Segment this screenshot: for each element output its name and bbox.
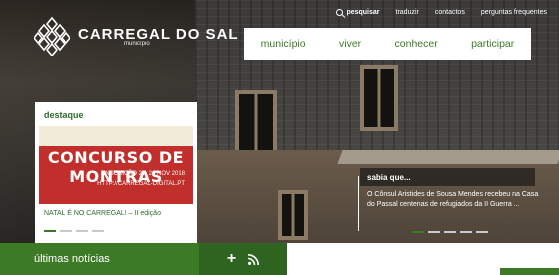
nav-municipio[interactable]: município: [261, 38, 306, 50]
facade-window: [360, 65, 398, 131]
pager-dot[interactable]: [444, 231, 456, 233]
search-label: pesquisar: [346, 9, 380, 16]
search-link[interactable]: pesquisar: [336, 9, 380, 16]
destaque-card[interactable]: destaque CONCURSO DE MONTRAS INSCRIÇÃO 2…: [35, 102, 197, 244]
sabia-pager: [412, 231, 488, 233]
pinecone-logo-icon: [34, 16, 70, 56]
pager-dot[interactable]: [476, 231, 488, 233]
nav-conhecer[interactable]: conhecer: [395, 38, 438, 50]
pager-dot[interactable]: [44, 230, 56, 232]
nav-participar[interactable]: participar: [471, 38, 514, 50]
news-actions: +: [199, 243, 287, 275]
pager-dot[interactable]: [92, 230, 104, 232]
pager-dot[interactable]: [76, 230, 88, 232]
destaque-pager: [44, 230, 104, 232]
pager-dot[interactable]: [428, 231, 440, 233]
translate-link[interactable]: traduzir: [396, 9, 419, 16]
destaque-heading: destaque: [44, 110, 84, 120]
facade-window: [278, 190, 308, 240]
rss-icon[interactable]: [248, 253, 260, 265]
pager-dot[interactable]: [60, 230, 72, 232]
roof-eave: [337, 150, 559, 164]
contacts-link[interactable]: contactos: [435, 9, 465, 16]
destaque-banner-image[interactable]: CONCURSO DE MONTRAS INSCRIÇÃO 2 A 26 NOV…: [39, 126, 193, 204]
logo-subtitle: município: [124, 40, 150, 47]
banner-dates: INSCRIÇÃO 2 A 26 NOV 2018: [103, 171, 185, 177]
news-label: últimas notícias: [34, 253, 110, 265]
plus-icon[interactable]: +: [227, 251, 236, 267]
nav-viver[interactable]: viver: [339, 38, 361, 50]
site-logo[interactable]: CARREGAL DO SAL município: [34, 16, 239, 56]
utility-bar: pesquisar traduzir contactos perguntas f…: [336, 9, 547, 16]
sabia-heading: sabia que...: [360, 168, 535, 186]
search-icon: [336, 9, 344, 16]
faq-link[interactable]: perguntas frequentes: [481, 9, 547, 16]
banner-url: HTTP://CARREGAL-DIGITAL.PT: [97, 181, 185, 187]
pager-dot[interactable]: [412, 231, 424, 233]
banner-ornament: [39, 126, 193, 146]
section-tab[interactable]: [500, 268, 559, 275]
sabia-divider: [358, 176, 359, 231]
pager-dot[interactable]: [460, 231, 472, 233]
destaque-caption[interactable]: NATAL É NO CARREGAL! – II edição: [35, 204, 197, 217]
main-nav: município viver conhecer participar: [244, 28, 531, 60]
facade-window: [235, 90, 277, 158]
news-bar: últimas notícias +: [0, 243, 287, 275]
sabia-text[interactable]: O Cônsul Aristides de Sousa Mendes receb…: [360, 190, 547, 209]
